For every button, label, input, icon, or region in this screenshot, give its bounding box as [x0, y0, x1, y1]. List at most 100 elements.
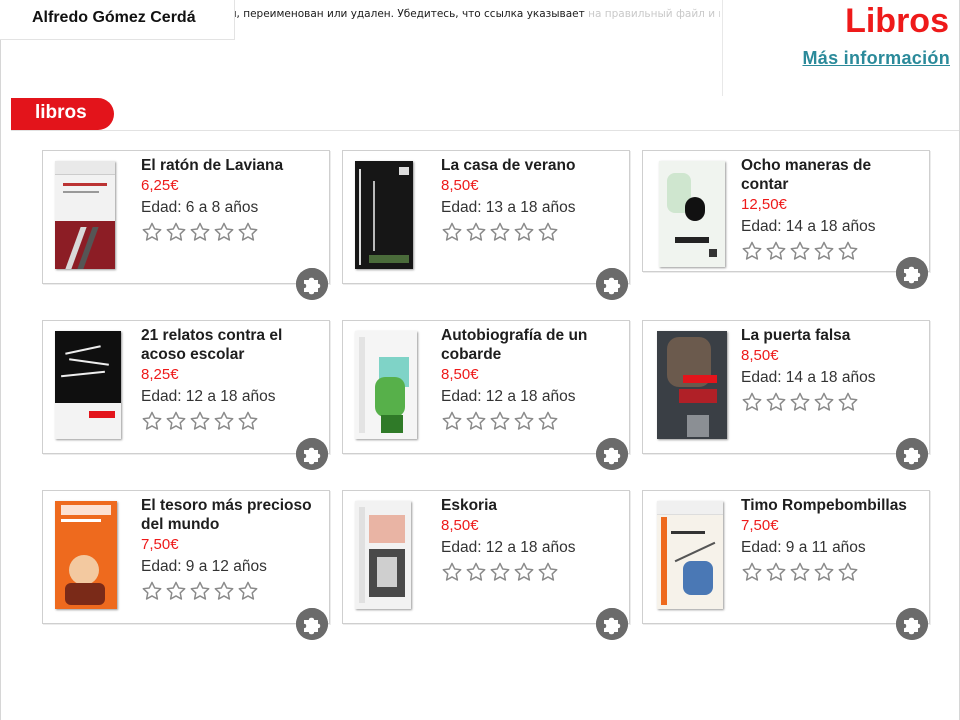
book-title[interactable]: 21 relatos contra el acoso escolar	[141, 326, 321, 364]
star-outline-icon[interactable]	[537, 410, 559, 432]
star-outline-icon[interactable]	[837, 561, 859, 583]
book-cover[interactable]	[55, 331, 121, 439]
puzzle-button[interactable]	[296, 268, 328, 300]
book-title[interactable]: Ocho maneras de contar	[741, 156, 921, 194]
star-outline-icon[interactable]	[189, 410, 211, 432]
book-info: Autobiografía de un cobarde 8,50€ Edad: …	[441, 326, 621, 432]
star-outline-icon[interactable]	[813, 561, 835, 583]
star-outline-icon[interactable]	[489, 221, 511, 243]
section-divider	[11, 130, 959, 131]
book-cover[interactable]	[55, 161, 115, 269]
rating-stars[interactable]	[441, 221, 621, 243]
star-outline-icon[interactable]	[441, 410, 463, 432]
rating-stars[interactable]	[741, 561, 921, 583]
star-outline-icon[interactable]	[465, 221, 487, 243]
book-title[interactable]: Eskoria	[441, 496, 621, 515]
star-outline-icon[interactable]	[813, 240, 835, 262]
star-outline-icon[interactable]	[489, 410, 511, 432]
book-card[interactable]: La casa de verano 8,50€ Edad: 13 a 18 añ…	[342, 150, 630, 300]
book-title[interactable]: El ratón de Laviana	[141, 156, 321, 175]
star-outline-icon[interactable]	[741, 561, 763, 583]
star-outline-icon[interactable]	[537, 221, 559, 243]
star-outline-icon[interactable]	[837, 391, 859, 413]
book-card[interactable]: El tesoro más precioso del mundo 7,50€ E…	[42, 490, 330, 640]
book-cover[interactable]	[657, 331, 727, 439]
star-outline-icon[interactable]	[513, 221, 535, 243]
puzzle-button[interactable]	[296, 608, 328, 640]
book-info: La puerta falsa 8,50€ Edad: 14 a 18 años	[741, 326, 921, 413]
star-outline-icon[interactable]	[141, 410, 163, 432]
puzzle-button[interactable]	[596, 268, 628, 300]
book-price: 7,50€	[741, 517, 779, 534]
book-cover[interactable]	[55, 501, 117, 609]
star-outline-icon[interactable]	[513, 561, 535, 583]
book-cover[interactable]	[355, 331, 417, 439]
star-outline-icon[interactable]	[141, 221, 163, 243]
book-card[interactable]: 21 relatos contra el acoso escolar 8,25€…	[42, 320, 330, 470]
book-cover[interactable]	[355, 161, 413, 269]
star-outline-icon[interactable]	[513, 410, 535, 432]
book-card[interactable]: La puerta falsa 8,50€ Edad: 14 a 18 años	[642, 320, 930, 470]
star-outline-icon[interactable]	[213, 221, 235, 243]
star-outline-icon[interactable]	[213, 580, 235, 602]
book-card[interactable]: Timo Rompebombillas 7,50€ Edad: 9 a 11 a…	[642, 490, 930, 640]
star-outline-icon[interactable]	[489, 561, 511, 583]
rating-stars[interactable]	[141, 410, 321, 432]
rating-stars[interactable]	[441, 410, 621, 432]
book-title[interactable]: El tesoro más precioso del mundo	[141, 496, 321, 534]
book-title[interactable]: Timo Rompebombillas	[741, 496, 921, 515]
star-outline-icon[interactable]	[813, 391, 835, 413]
star-outline-icon[interactable]	[741, 391, 763, 413]
book-card[interactable]: Eskoria 8,50€ Edad: 12 a 18 años	[342, 490, 630, 640]
book-card[interactable]: Autobiografía de un cobarde 8,50€ Edad: …	[342, 320, 630, 470]
star-outline-icon[interactable]	[789, 240, 811, 262]
puzzle-button[interactable]	[896, 608, 928, 640]
puzzle-button[interactable]	[896, 438, 928, 470]
star-outline-icon[interactable]	[741, 240, 763, 262]
book-title[interactable]: La casa de verano	[441, 156, 621, 175]
star-outline-icon[interactable]	[237, 410, 259, 432]
rating-stars[interactable]	[141, 221, 321, 243]
book-cover[interactable]	[659, 161, 725, 267]
book-title[interactable]: Autobiografía de un cobarde	[441, 326, 621, 364]
rating-stars[interactable]	[441, 561, 621, 583]
book-cover[interactable]	[355, 501, 411, 609]
book-title[interactable]: La puerta falsa	[741, 326, 921, 345]
star-outline-icon[interactable]	[765, 240, 787, 262]
star-outline-icon[interactable]	[237, 580, 259, 602]
section-tab-libros[interactable]: libros	[11, 98, 114, 130]
rating-stars[interactable]	[141, 580, 321, 602]
star-outline-icon[interactable]	[537, 561, 559, 583]
star-outline-icon[interactable]	[837, 240, 859, 262]
star-outline-icon[interactable]	[213, 410, 235, 432]
star-outline-icon[interactable]	[441, 561, 463, 583]
book-cover[interactable]	[657, 501, 723, 609]
star-outline-icon[interactable]	[789, 561, 811, 583]
book-info: La casa de verano 8,50€ Edad: 13 a 18 añ…	[441, 156, 621, 243]
puzzle-button[interactable]	[596, 438, 628, 470]
book-card[interactable]: Ocho maneras de contar 12,50€ Edad: 14 a…	[642, 150, 930, 289]
star-outline-icon[interactable]	[237, 221, 259, 243]
star-outline-icon[interactable]	[441, 221, 463, 243]
star-outline-icon[interactable]	[765, 391, 787, 413]
star-outline-icon[interactable]	[189, 580, 211, 602]
star-outline-icon[interactable]	[165, 580, 187, 602]
puzzle-button[interactable]	[896, 257, 928, 289]
star-outline-icon[interactable]	[165, 221, 187, 243]
puzzle-button[interactable]	[596, 608, 628, 640]
star-outline-icon[interactable]	[165, 410, 187, 432]
rating-stars[interactable]	[741, 240, 921, 262]
star-outline-icon[interactable]	[789, 391, 811, 413]
book-age: Edad: 9 a 11 años	[741, 539, 866, 556]
more-info-link[interactable]: Más información	[802, 48, 950, 69]
book-card[interactable]: El ratón de Laviana 6,25€ Edad: 6 a 8 añ…	[42, 150, 330, 300]
rating-stars[interactable]	[741, 391, 921, 413]
book-age: Edad: 13 a 18 años	[441, 199, 576, 216]
star-outline-icon[interactable]	[765, 561, 787, 583]
star-outline-icon[interactable]	[465, 561, 487, 583]
star-outline-icon[interactable]	[141, 580, 163, 602]
star-outline-icon[interactable]	[465, 410, 487, 432]
star-outline-icon[interactable]	[189, 221, 211, 243]
puzzle-button[interactable]	[296, 438, 328, 470]
book-info: Ocho maneras de contar 12,50€ Edad: 14 a…	[741, 156, 921, 262]
